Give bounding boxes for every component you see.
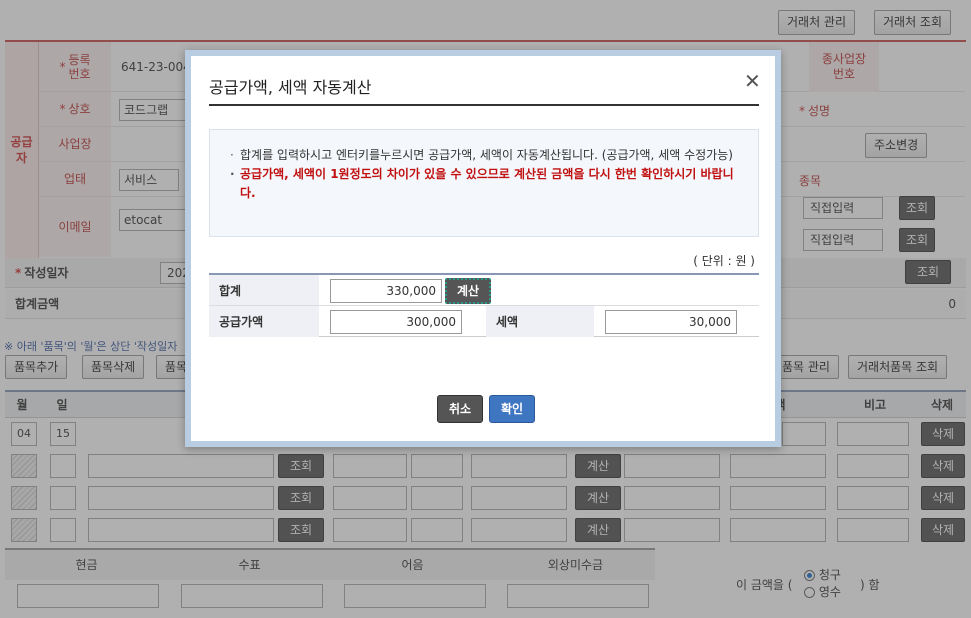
calc-button[interactable]: 계산 xyxy=(445,278,491,304)
close-icon[interactable]: ✕ xyxy=(744,70,761,92)
supply-amount-label: 공급가액 xyxy=(209,306,319,337)
supply-tax-row: 공급가액 300,000 세액 30,000 xyxy=(209,306,759,337)
total-amount-label: 합계 xyxy=(209,275,319,305)
info-warning: 공급가액, 세액이 1원정도의 차이가 있을 수 있으므로 계산된 금액을 다시… xyxy=(230,165,738,203)
total-amount-input[interactable]: 330,000 xyxy=(330,279,442,303)
tax-amount-label: 세액 xyxy=(486,306,594,337)
cancel-button[interactable]: 취소 xyxy=(437,395,483,423)
amount-table: 합계 330,000 계산 공급가액 300,000 세액 30,000 xyxy=(209,273,759,337)
title-divider xyxy=(209,104,759,106)
confirm-button[interactable]: 확인 xyxy=(489,395,535,423)
supply-amount-input[interactable]: 300,000 xyxy=(330,310,462,334)
info-line-1: 합계를 입력하시고 엔터키를누르시면 공급가액, 세액이 자동계산됩니다. (공… xyxy=(230,146,738,165)
info-box: 합계를 입력하시고 엔터키를누르시면 공급가액, 세액이 자동계산됩니다. (공… xyxy=(209,129,759,237)
auto-calc-dialog: 공급가액, 세액 자동계산 ✕ 합계를 입력하시고 엔터키를누르시면 공급가액,… xyxy=(185,50,781,447)
unit-label: ( 단위 : 원 ) xyxy=(693,254,755,268)
total-amount-row: 합계 330,000 계산 xyxy=(209,275,759,306)
tax-amount-input[interactable]: 30,000 xyxy=(605,310,737,334)
dialog-title: 공급가액, 세액 자동계산 xyxy=(209,78,372,97)
